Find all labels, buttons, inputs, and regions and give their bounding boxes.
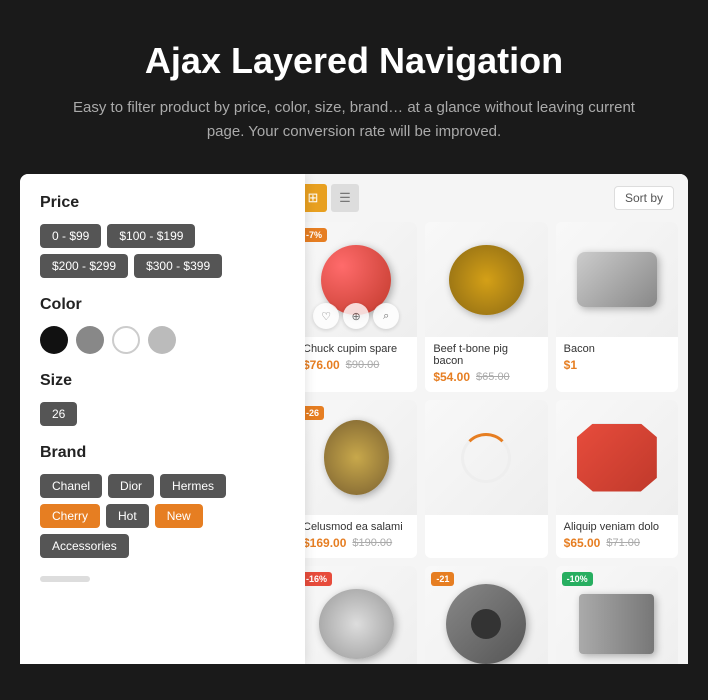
product-img-disc [446, 584, 526, 664]
price-tag-100-199[interactable]: $100 - $199 [107, 224, 195, 248]
product-grid: -7% ♡ ⊕ ⌕ Chuck cupim spare $76.00 $90.0… [295, 222, 678, 664]
current-price: $76.00 [303, 358, 340, 372]
product-badge: -16% [301, 572, 332, 586]
brand-filter-title: Brand [40, 444, 285, 462]
list-view-button[interactable]: ☰ [331, 184, 359, 212]
price-row: $54.00 $65.00 [433, 370, 539, 384]
product-img-headlight [577, 252, 657, 307]
product-image: -26 [295, 400, 417, 515]
product-image [425, 400, 547, 515]
view-icons: ⊞ ☰ [299, 184, 359, 212]
price-row: $76.00 $90.00 [303, 358, 409, 372]
current-price: $65.00 [564, 536, 601, 550]
product-info: Chuck cupim spare $76.00 $90.00 [295, 337, 417, 380]
product-name: Celusmod ea salami [303, 521, 409, 533]
color-filter-section: Color [40, 296, 285, 354]
brand-tag-accessories[interactable]: Accessories [40, 534, 129, 558]
old-price: $65.00 [476, 371, 510, 383]
price-row: $65.00 $71.00 [564, 536, 670, 550]
wishlist-button[interactable]: ♡ [313, 303, 339, 329]
old-price: $71.00 [606, 537, 640, 549]
brand-filter-section: Brand Chanel Dior Hermes Cherry Hot New … [40, 444, 285, 558]
scroll-indicator [40, 576, 90, 582]
product-badge: -21 [431, 572, 454, 586]
sort-button[interactable]: Sort by [614, 186, 674, 210]
old-price: $190.00 [352, 537, 392, 549]
size-filter-section: Size 26 [40, 372, 285, 426]
product-card: -26 Celusmod ea salami $169.00 $190.00 [295, 400, 417, 558]
product-card: Beef t-bone pig bacon $54.00 $65.00 [425, 222, 547, 392]
product-image [556, 400, 678, 515]
price-row: $1 [564, 358, 670, 372]
product-image: -7% ♡ ⊕ ⌕ [295, 222, 417, 337]
price-tag-0-99[interactable]: 0 - $99 [40, 224, 101, 248]
product-card: -16% Brisket d $121. [295, 566, 417, 664]
current-price: $54.00 [433, 370, 470, 384]
toolbar: ⊞ ☰ Sort by [295, 184, 678, 212]
product-image [556, 222, 678, 337]
product-img-brake [577, 424, 657, 492]
current-price: $169.00 [303, 536, 346, 550]
brand-tag-chanel[interactable]: Chanel [40, 474, 102, 498]
product-info: Bacon $1 [556, 337, 678, 380]
product-card: -10% [556, 566, 678, 664]
header-section: Ajax Layered Navigation Easy to filter p… [0, 0, 708, 174]
product-name: Aliquip veniam dolo [564, 521, 670, 533]
color-swatch-black[interactable] [40, 326, 68, 354]
product-info: Celusmod ea salami $169.00 $190.00 [295, 515, 417, 558]
product-card [425, 400, 547, 558]
product-img-loading [461, 433, 511, 483]
product-img-alternator [449, 245, 524, 315]
color-filter-title: Color [40, 296, 285, 314]
current-price: $1 [564, 358, 577, 372]
color-swatches [40, 326, 285, 354]
subtitle: Easy to filter product by price, color, … [60, 96, 648, 144]
product-info [425, 515, 547, 532]
product-name: Beef t-bone pig bacon [433, 343, 539, 367]
brand-tag-hot[interactable]: Hot [106, 504, 149, 528]
brand-tag-cherry[interactable]: Cherry [40, 504, 100, 528]
size-tag-group: 26 [40, 402, 285, 426]
product-card: Aliquip veniam dolo $65.00 $71.00 [556, 400, 678, 558]
price-filter-title: Price [40, 194, 285, 212]
brand-tag-group: Chanel Dior Hermes Cherry Hot New Access… [40, 474, 285, 558]
product-image: -16% [295, 566, 417, 664]
product-image: -10% [556, 566, 678, 664]
color-swatch-white[interactable] [112, 326, 140, 354]
cart-button[interactable]: ⊕ [343, 303, 369, 329]
product-area: ⊞ ☰ Sort by -7% ♡ ⊕ ⌕ Chuck cupim spa [285, 174, 688, 664]
zoom-button[interactable]: ⌕ [373, 303, 399, 329]
filter-panel: Price 0 - $99 $100 - $199 $200 - $299 $3… [20, 174, 305, 664]
price-filter-section: Price 0 - $99 $100 - $199 $200 - $299 $3… [40, 194, 285, 278]
product-name: Chuck cupim spare [303, 343, 409, 355]
product-card: -7% ♡ ⊕ ⌕ Chuck cupim spare $76.00 $90.0… [295, 222, 417, 392]
old-price: $90.00 [346, 359, 380, 371]
product-info: Aliquip veniam dolo $65.00 $71.00 [556, 515, 678, 558]
product-name: Bacon [564, 343, 670, 355]
size-tag-26[interactable]: 26 [40, 402, 77, 426]
product-image [425, 222, 547, 337]
product-img-exhaust [579, 594, 654, 654]
product-info: Beef t-bone pig bacon $54.00 $65.00 [425, 337, 547, 392]
product-image: -21 [425, 566, 547, 664]
price-row: $169.00 $190.00 [303, 536, 409, 550]
color-swatch-gray[interactable] [76, 326, 104, 354]
price-tag-group: 0 - $99 $100 - $199 $200 - $299 $300 - $… [40, 224, 285, 278]
product-actions: ♡ ⊕ ⌕ [313, 303, 399, 329]
size-filter-title: Size [40, 372, 285, 390]
product-img-fan [319, 589, 394, 659]
price-tag-200-299[interactable]: $200 - $299 [40, 254, 128, 278]
demo-area: Price 0 - $99 $100 - $199 $200 - $299 $3… [20, 174, 688, 664]
main-title: Ajax Layered Navigation [60, 40, 648, 82]
brand-tag-hermes[interactable]: Hermes [160, 474, 226, 498]
product-img-filter [324, 420, 389, 495]
brand-tag-dior[interactable]: Dior [108, 474, 154, 498]
product-card: -21 [425, 566, 547, 664]
price-tag-300-399[interactable]: $300 - $399 [134, 254, 222, 278]
brand-tag-new[interactable]: New [155, 504, 203, 528]
product-card: Bacon $1 [556, 222, 678, 392]
color-swatch-lightgray[interactable] [148, 326, 176, 354]
product-badge: -10% [562, 572, 593, 586]
